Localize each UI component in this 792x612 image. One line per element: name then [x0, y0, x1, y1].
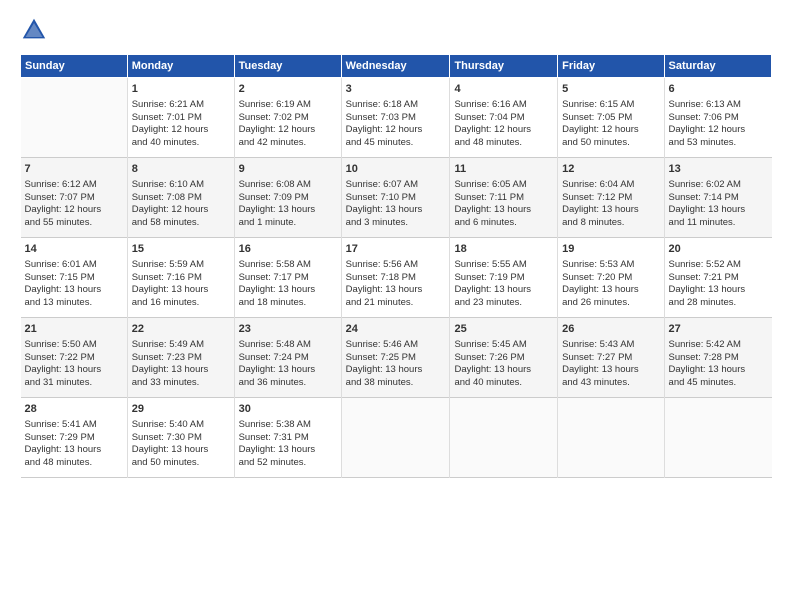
week-row-1: 1Sunrise: 6:21 AMSunset: 7:01 PMDaylight… — [21, 78, 772, 158]
calendar-cell: 11Sunrise: 6:05 AMSunset: 7:11 PMDayligh… — [450, 158, 558, 238]
week-row-2: 7Sunrise: 6:12 AMSunset: 7:07 PMDaylight… — [21, 158, 772, 238]
week-row-3: 14Sunrise: 6:01 AMSunset: 7:15 PMDayligh… — [21, 238, 772, 318]
calendar-cell: 5Sunrise: 6:15 AMSunset: 7:05 PMDaylight… — [558, 78, 664, 158]
day-number: 6 — [669, 82, 768, 97]
day-number: 27 — [669, 322, 768, 337]
calendar-cell: 2Sunrise: 6:19 AMSunset: 7:02 PMDaylight… — [234, 78, 341, 158]
weekday-header-row: SundayMondayTuesdayWednesdayThursdayFrid… — [21, 55, 772, 78]
week-row-4: 21Sunrise: 5:50 AMSunset: 7:22 PMDayligh… — [21, 318, 772, 398]
calendar-cell: 13Sunrise: 6:02 AMSunset: 7:14 PMDayligh… — [664, 158, 771, 238]
weekday-header-thursday: Thursday — [450, 55, 558, 78]
day-number: 15 — [132, 242, 230, 257]
calendar-cell: 3Sunrise: 6:18 AMSunset: 7:03 PMDaylight… — [341, 78, 450, 158]
day-number: 29 — [132, 402, 230, 417]
calendar-cell: 6Sunrise: 6:13 AMSunset: 7:06 PMDaylight… — [664, 78, 771, 158]
day-number: 20 — [669, 242, 768, 257]
calendar-cell: 22Sunrise: 5:49 AMSunset: 7:23 PMDayligh… — [127, 318, 234, 398]
day-number: 1 — [132, 82, 230, 97]
calendar-cell: 4Sunrise: 6:16 AMSunset: 7:04 PMDaylight… — [450, 78, 558, 158]
day-number: 3 — [346, 82, 446, 97]
day-number: 11 — [454, 162, 553, 177]
calendar-cell: 7Sunrise: 6:12 AMSunset: 7:07 PMDaylight… — [21, 158, 128, 238]
calendar-cell: 19Sunrise: 5:53 AMSunset: 7:20 PMDayligh… — [558, 238, 664, 318]
calendar-cell: 17Sunrise: 5:56 AMSunset: 7:18 PMDayligh… — [341, 238, 450, 318]
day-number: 19 — [562, 242, 659, 257]
calendar-cell: 12Sunrise: 6:04 AMSunset: 7:12 PMDayligh… — [558, 158, 664, 238]
day-number: 22 — [132, 322, 230, 337]
day-number: 9 — [239, 162, 337, 177]
calendar-cell: 18Sunrise: 5:55 AMSunset: 7:19 PMDayligh… — [450, 238, 558, 318]
day-number: 14 — [25, 242, 123, 257]
calendar-cell: 27Sunrise: 5:42 AMSunset: 7:28 PMDayligh… — [664, 318, 771, 398]
day-number: 4 — [454, 82, 553, 97]
calendar-cell — [341, 398, 450, 478]
day-number: 8 — [132, 162, 230, 177]
weekday-header-friday: Friday — [558, 55, 664, 78]
calendar-cell: 9Sunrise: 6:08 AMSunset: 7:09 PMDaylight… — [234, 158, 341, 238]
day-number: 7 — [25, 162, 123, 177]
weekday-header-tuesday: Tuesday — [234, 55, 341, 78]
day-number: 12 — [562, 162, 659, 177]
calendar-cell: 23Sunrise: 5:48 AMSunset: 7:24 PMDayligh… — [234, 318, 341, 398]
weekday-header-saturday: Saturday — [664, 55, 771, 78]
calendar-cell: 1Sunrise: 6:21 AMSunset: 7:01 PMDaylight… — [127, 78, 234, 158]
page: SundayMondayTuesdayWednesdayThursdayFrid… — [0, 0, 792, 612]
header — [20, 16, 772, 44]
weekday-header-monday: Monday — [127, 55, 234, 78]
calendar-cell — [664, 398, 771, 478]
calendar-cell: 16Sunrise: 5:58 AMSunset: 7:17 PMDayligh… — [234, 238, 341, 318]
calendar-cell — [450, 398, 558, 478]
calendar-cell — [558, 398, 664, 478]
day-number: 17 — [346, 242, 446, 257]
calendar-cell: 15Sunrise: 5:59 AMSunset: 7:16 PMDayligh… — [127, 238, 234, 318]
day-number: 18 — [454, 242, 553, 257]
calendar-cell: 29Sunrise: 5:40 AMSunset: 7:30 PMDayligh… — [127, 398, 234, 478]
day-number: 23 — [239, 322, 337, 337]
day-number: 21 — [25, 322, 123, 337]
day-number: 24 — [346, 322, 446, 337]
calendar-cell — [21, 78, 128, 158]
day-number: 28 — [25, 402, 123, 417]
calendar-cell: 25Sunrise: 5:45 AMSunset: 7:26 PMDayligh… — [450, 318, 558, 398]
weekday-header-wednesday: Wednesday — [341, 55, 450, 78]
day-number: 16 — [239, 242, 337, 257]
day-number: 13 — [669, 162, 768, 177]
day-number: 5 — [562, 82, 659, 97]
calendar-cell: 20Sunrise: 5:52 AMSunset: 7:21 PMDayligh… — [664, 238, 771, 318]
day-number: 30 — [239, 402, 337, 417]
weekday-header-sunday: Sunday — [21, 55, 128, 78]
logo-icon — [20, 16, 48, 44]
calendar-cell: 10Sunrise: 6:07 AMSunset: 7:10 PMDayligh… — [341, 158, 450, 238]
calendar-cell: 14Sunrise: 6:01 AMSunset: 7:15 PMDayligh… — [21, 238, 128, 318]
calendar-cell: 30Sunrise: 5:38 AMSunset: 7:31 PMDayligh… — [234, 398, 341, 478]
calendar-cell: 21Sunrise: 5:50 AMSunset: 7:22 PMDayligh… — [21, 318, 128, 398]
day-number: 2 — [239, 82, 337, 97]
calendar-cell: 24Sunrise: 5:46 AMSunset: 7:25 PMDayligh… — [341, 318, 450, 398]
calendar-cell: 8Sunrise: 6:10 AMSunset: 7:08 PMDaylight… — [127, 158, 234, 238]
day-number: 10 — [346, 162, 446, 177]
calendar-cell: 26Sunrise: 5:43 AMSunset: 7:27 PMDayligh… — [558, 318, 664, 398]
day-number: 25 — [454, 322, 553, 337]
logo — [20, 16, 52, 44]
day-number: 26 — [562, 322, 659, 337]
week-row-5: 28Sunrise: 5:41 AMSunset: 7:29 PMDayligh… — [21, 398, 772, 478]
calendar-table: SundayMondayTuesdayWednesdayThursdayFrid… — [20, 54, 772, 478]
calendar-cell: 28Sunrise: 5:41 AMSunset: 7:29 PMDayligh… — [21, 398, 128, 478]
